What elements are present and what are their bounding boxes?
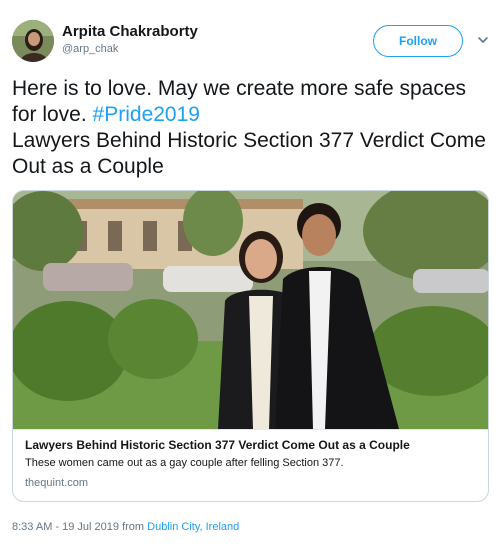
user-handle[interactable]: @arp_chak [62, 43, 118, 55]
from-word: from [122, 521, 145, 533]
card-image [13, 191, 488, 429]
follow-button[interactable]: Follow [373, 25, 463, 57]
tweet-text-line2: Lawyers Behind Historic Section 377 Verd… [12, 129, 486, 178]
card-domain: thequint.com [25, 477, 88, 489]
card-body: Lawyers Behind Historic Section 377 Verd… [13, 429, 488, 501]
tweet-timestamp: 8:33 AM - 19 Jul 2019 from Dublin City, … [12, 521, 239, 533]
tweet: Arpita Chakraborty @arp_chak Follow Here… [0, 0, 500, 546]
display-name[interactable]: Arpita Chakraborty [62, 23, 198, 40]
hashtag-link[interactable]: #Pride2019 [93, 103, 200, 126]
chevron-down-icon[interactable] [476, 33, 490, 47]
time-date[interactable]: 8:33 AM - 19 Jul 2019 [12, 521, 119, 533]
avatar-image [12, 20, 54, 62]
link-card[interactable]: Lawyers Behind Historic Section 377 Verd… [12, 190, 489, 502]
location-link[interactable]: Dublin City, Ireland [147, 521, 239, 533]
avatar[interactable] [12, 20, 54, 62]
tweet-text: Here is to love. May we create more safe… [12, 76, 488, 180]
card-title[interactable]: Lawyers Behind Historic Section 377 Verd… [25, 438, 410, 452]
card-description: These women came out as a gay couple aft… [25, 457, 344, 469]
tweet-text-line1: Here is to love. May we create more safe… [12, 77, 467, 126]
